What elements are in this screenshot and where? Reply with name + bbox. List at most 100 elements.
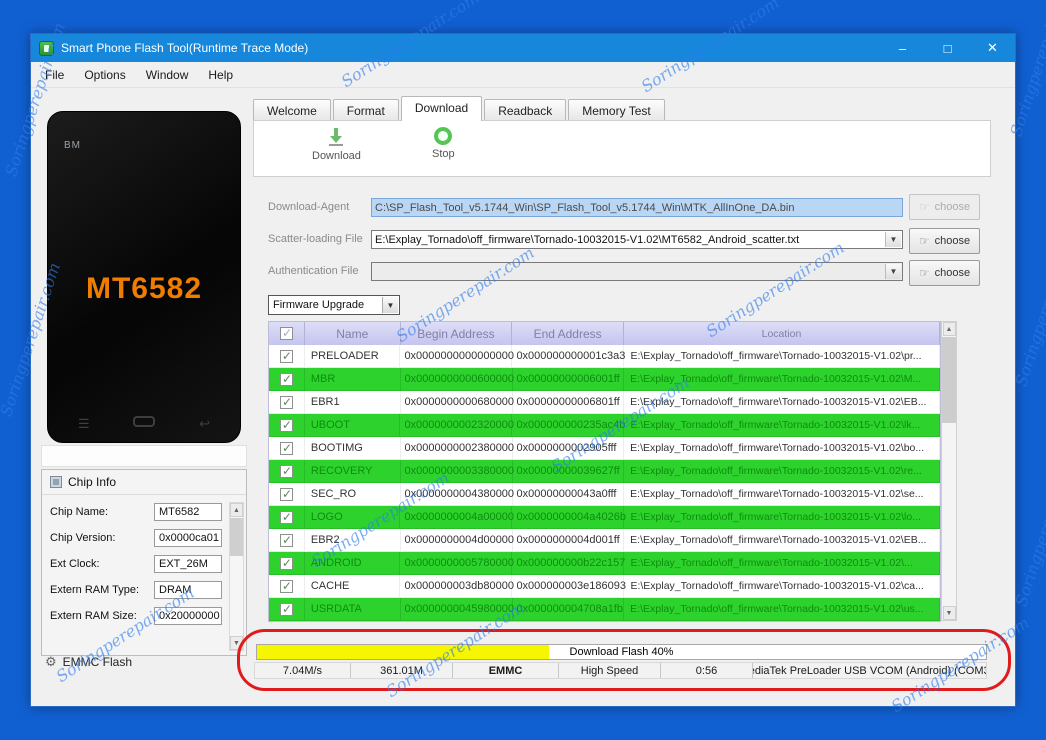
row-checkbox[interactable] (279, 533, 293, 547)
chip-field-value[interactable]: MT6582 (154, 503, 222, 521)
table-row[interactable]: SEC_RO 0x0000000004380000 0x00000000043a… (269, 483, 941, 506)
table-row[interactable]: EBR2 0x0000000004d00000 0x0000000004d001… (269, 529, 941, 552)
chip-field-value[interactable]: DRAM (154, 581, 222, 599)
end-address: 0x00000000043a0fff (512, 483, 625, 506)
table-row[interactable]: USRDATA 0x0000000045980000 0x00000000470… (269, 598, 941, 621)
auth-file-choose-button[interactable]: ☞ choose (909, 260, 980, 286)
row-checkbox-cell[interactable] (269, 529, 305, 552)
scroll-down-icon[interactable]: ▼ (230, 636, 243, 650)
phone-brand-label: BM (64, 140, 81, 151)
menu-item[interactable]: Help (198, 64, 243, 86)
chevron-down-icon[interactable]: ▼ (885, 232, 901, 247)
tab[interactable]: Download (400, 96, 483, 121)
row-checkbox[interactable] (279, 510, 293, 524)
tab[interactable]: Readback (484, 99, 567, 121)
menu-item[interactable]: Window (136, 64, 199, 86)
tab[interactable]: Welcome (253, 99, 331, 121)
partition-name: EBR1 (304, 391, 401, 414)
row-checkbox[interactable] (279, 464, 293, 478)
row-checkbox[interactable] (279, 418, 293, 432)
status-cell: 7.04M/s (255, 663, 351, 678)
row-checkbox-cell[interactable] (269, 506, 305, 529)
table-row[interactable]: PRELOADER 0x0000000000000000 0x000000000… (269, 345, 941, 368)
row-checkbox-cell[interactable] (269, 368, 305, 391)
file-location: E:\Explay_Tornado\off_firmware\Tornado-1… (624, 506, 941, 529)
scroll-down-icon[interactable]: ▼ (942, 606, 956, 620)
table-row[interactable]: UBOOT 0x0000000002320000 0x000000000235a… (269, 414, 941, 437)
minimize-button[interactable]: – (880, 34, 925, 62)
row-checkbox-cell[interactable] (269, 598, 305, 621)
row-checkbox-cell[interactable] (269, 414, 305, 437)
end-address: 0x000000000001c3a3 (512, 345, 625, 368)
scatter-file-choose-button[interactable]: ☞ choose (909, 228, 980, 254)
chip-field-value[interactable]: 0x20000000 (154, 607, 222, 625)
download-agent-input[interactable]: C:\SP_Flash_Tool_v5.1744_Win\SP_Flash_To… (371, 198, 903, 217)
chip-info-scrollbar[interactable]: ▲ ▼ (229, 502, 244, 651)
emmc-flash-label: EMMC Flash (62, 655, 132, 669)
close-button[interactable]: ✕ (970, 34, 1015, 62)
maximize-button[interactable]: □ (925, 34, 970, 62)
select-all-checkbox[interactable] (279, 326, 293, 340)
chip-info-row: Chip Version: 0x0000ca01 (50, 529, 240, 547)
table-row[interactable]: RECOVERY 0x0000000003380000 0x0000000003… (269, 460, 941, 483)
header-begin-address[interactable]: Begin Address (401, 322, 513, 345)
table-row[interactable]: EBR1 0x0000000000680000 0x00000000006801… (269, 391, 941, 414)
table-scrollbar[interactable]: ▲ ▼ (941, 321, 957, 621)
header-name[interactable]: Name (305, 322, 401, 345)
begin-address: 0x0000000005780000 (400, 552, 514, 575)
header-checkbox-cell[interactable] (269, 322, 305, 345)
watermark: Soringperepair.com (1011, 450, 1046, 609)
begin-address: 0x0000000045980000 (400, 598, 514, 621)
choose-button-label: choose (934, 267, 971, 279)
table-row[interactable]: MBR 0x0000000000600000 0x00000000006001f… (269, 368, 941, 391)
table-row[interactable]: CACHE 0x000000003db80000 0x000000003e186… (269, 575, 941, 598)
header-end-address[interactable]: End Address (512, 322, 624, 345)
scatter-file-combobox[interactable]: E:\Explay_Tornado\off_firmware\Tornado-1… (371, 230, 903, 249)
row-checkbox[interactable] (279, 349, 293, 363)
row-checkbox[interactable] (279, 579, 293, 593)
phone-nav-keys: ☰ ↩ (48, 416, 240, 432)
row-checkbox[interactable] (279, 441, 293, 455)
stop-button-label: Stop (432, 148, 455, 160)
table-row[interactable]: ANDROID 0x0000000005780000 0x000000000b2… (269, 552, 941, 575)
chip-info-row: Extern RAM Type: DRAM (50, 581, 240, 599)
scroll-up-icon[interactable]: ▲ (230, 503, 243, 517)
row-checkbox-cell[interactable] (269, 345, 305, 368)
table-row[interactable]: LOGO 0x0000000004a00000 0x0000000004a402… (269, 506, 941, 529)
row-checkbox[interactable] (279, 556, 293, 570)
row-checkbox[interactable] (279, 487, 293, 501)
title-bar[interactable]: Smart Phone Flash Tool(Runtime Trace Mod… (31, 34, 1015, 62)
chip-field-value[interactable]: 0x0000ca01 (154, 529, 222, 547)
tab[interactable]: Memory Test (568, 99, 665, 121)
partition-name: MBR (304, 368, 401, 391)
auth-file-combobox[interactable]: ▼ (371, 262, 903, 281)
row-checkbox[interactable] (279, 372, 293, 386)
flash-mode-value: Firmware Upgrade (273, 299, 365, 311)
row-checkbox[interactable] (279, 395, 293, 409)
scroll-up-icon[interactable]: ▲ (942, 322, 956, 336)
menu-bar: File Options Window Help (31, 62, 1015, 88)
row-checkbox[interactable] (279, 602, 293, 616)
row-checkbox-cell[interactable] (269, 460, 305, 483)
download-button[interactable]: Download (312, 127, 361, 162)
tab[interactable]: Format (332, 99, 399, 121)
chevron-down-icon[interactable]: ▼ (382, 297, 398, 313)
scrollbar-thumb[interactable] (230, 518, 243, 556)
file-location: E:\Explay_Tornado\off_firmware\Tornado-1… (624, 460, 941, 483)
scrollbar-thumb[interactable] (942, 337, 956, 423)
table-row[interactable]: BOOTIMG 0x0000000002380000 0x00000000029… (269, 437, 941, 460)
chevron-down-icon[interactable]: ▼ (885, 264, 901, 279)
menu-item[interactable]: File (35, 64, 74, 86)
chip-field-value[interactable]: EXT_26M (154, 555, 222, 573)
row-checkbox-cell[interactable] (269, 483, 305, 506)
row-checkbox-cell[interactable] (269, 575, 305, 598)
header-location[interactable]: Location (624, 322, 940, 345)
menu-item[interactable]: Options (74, 64, 135, 86)
row-checkbox-cell[interactable] (269, 552, 305, 575)
stop-button[interactable]: Stop (432, 127, 455, 160)
flash-mode-select[interactable]: Firmware Upgrade ▼ (268, 295, 400, 315)
partition-name: BOOTIMG (304, 437, 401, 460)
phone-image: BM MT6582 ☰ ↩ (47, 111, 241, 443)
row-checkbox-cell[interactable] (269, 391, 305, 414)
row-checkbox-cell[interactable] (269, 437, 305, 460)
